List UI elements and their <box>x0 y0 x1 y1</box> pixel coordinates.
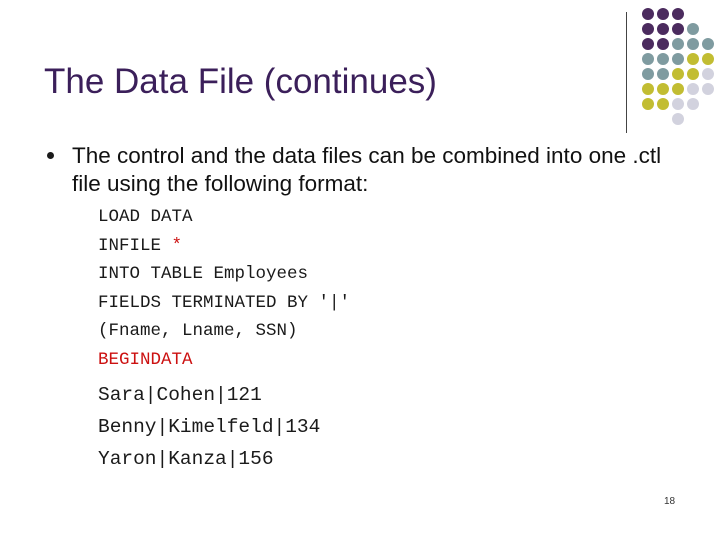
decorative-divider <box>626 12 627 133</box>
decor-dot <box>672 38 684 50</box>
decor-dot <box>642 98 654 110</box>
decor-dot <box>702 68 714 80</box>
decor-dot <box>687 53 699 65</box>
decor-dot <box>642 38 654 50</box>
decor-dot <box>657 38 669 50</box>
data-row-1: Sara|Cohen|121 <box>98 384 262 406</box>
decor-dot <box>702 83 714 95</box>
code-line-begindata: BEGINDATA <box>98 350 193 370</box>
decor-dot <box>687 98 699 110</box>
decor-dot <box>642 53 654 65</box>
decor-dot <box>702 38 714 50</box>
decor-dot <box>657 83 669 95</box>
decor-dot <box>672 23 684 35</box>
decor-dot <box>657 98 669 110</box>
decor-dot <box>672 68 684 80</box>
code-line-columns: (Fname, Lname, SSN) <box>98 321 298 341</box>
decor-dot <box>687 83 699 95</box>
decor-dot <box>672 8 684 20</box>
decorative-dot-grid <box>640 8 720 128</box>
decor-dot <box>687 23 699 35</box>
bullet-text: The control and the data files can be co… <box>72 143 662 196</box>
decor-dot <box>702 53 714 65</box>
decor-dot <box>657 23 669 35</box>
data-row-3: Yaron|Kanza|156 <box>98 448 274 470</box>
decor-dot <box>657 53 669 65</box>
infile-keyword: INFILE <box>98 236 172 256</box>
code-line-load-data: LOAD DATA <box>98 207 193 227</box>
slide-title: The Data File (continues) <box>44 62 437 101</box>
bullet-marker <box>47 152 54 159</box>
data-row-2: Benny|Kimelfeld|134 <box>98 416 321 438</box>
decor-dot <box>672 83 684 95</box>
decor-dot <box>657 68 669 80</box>
decor-dot <box>642 23 654 35</box>
decor-dot <box>642 68 654 80</box>
code-line-into-table: INTO TABLE Employees <box>98 264 309 284</box>
decor-dot <box>672 98 684 110</box>
page-number: 18 <box>664 496 676 507</box>
infile-star: * <box>171 236 183 256</box>
code-line-fields-terminated: FIELDS TERMINATED BY '|' <box>98 293 351 313</box>
slide: The Data File (continues) The control an… <box>0 0 720 540</box>
decor-dot <box>672 53 684 65</box>
decor-dot <box>657 8 669 20</box>
decor-dot <box>687 38 699 50</box>
code-line-infile: INFILE * <box>98 236 182 256</box>
decor-dot <box>672 113 684 125</box>
decor-dot <box>687 68 699 80</box>
decor-dot <box>642 83 654 95</box>
decor-dot <box>642 8 654 20</box>
